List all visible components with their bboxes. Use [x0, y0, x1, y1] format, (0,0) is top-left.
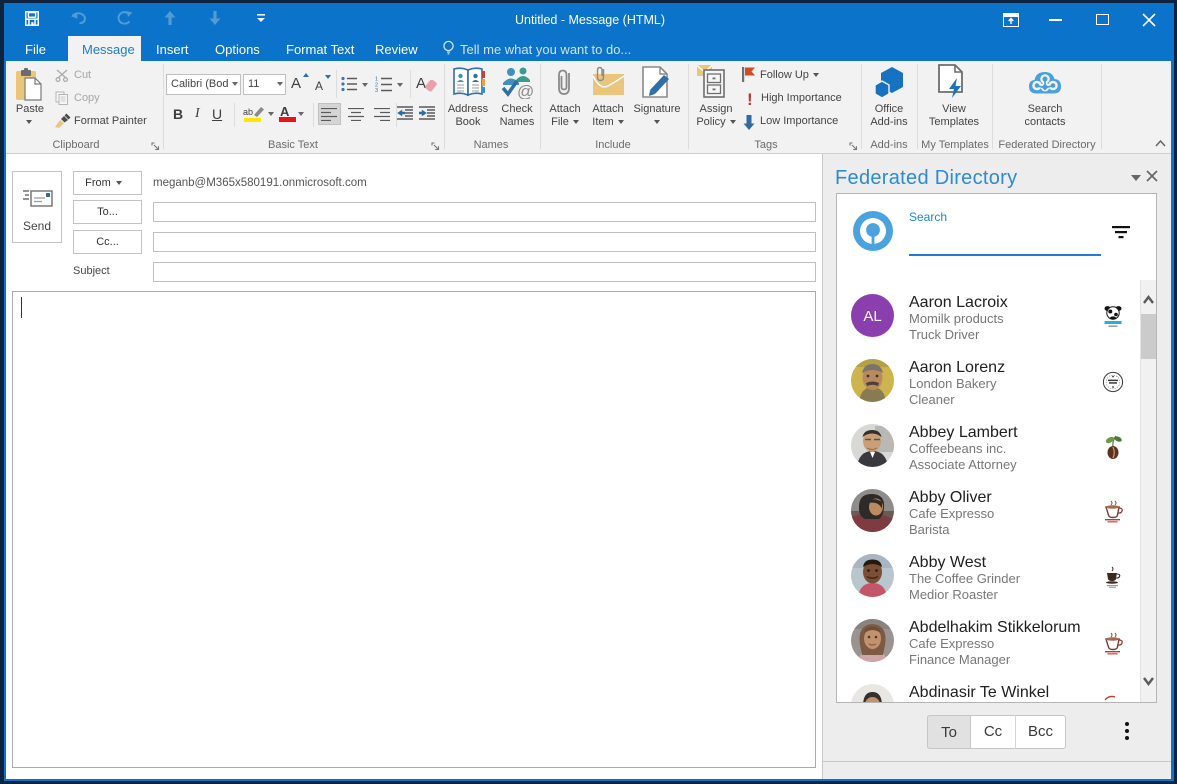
svg-text:@: @: [517, 82, 534, 99]
svg-text:3: 3: [375, 88, 378, 92]
svg-text:ab: ab: [243, 107, 253, 117]
svg-text:AL: AL: [863, 308, 881, 325]
